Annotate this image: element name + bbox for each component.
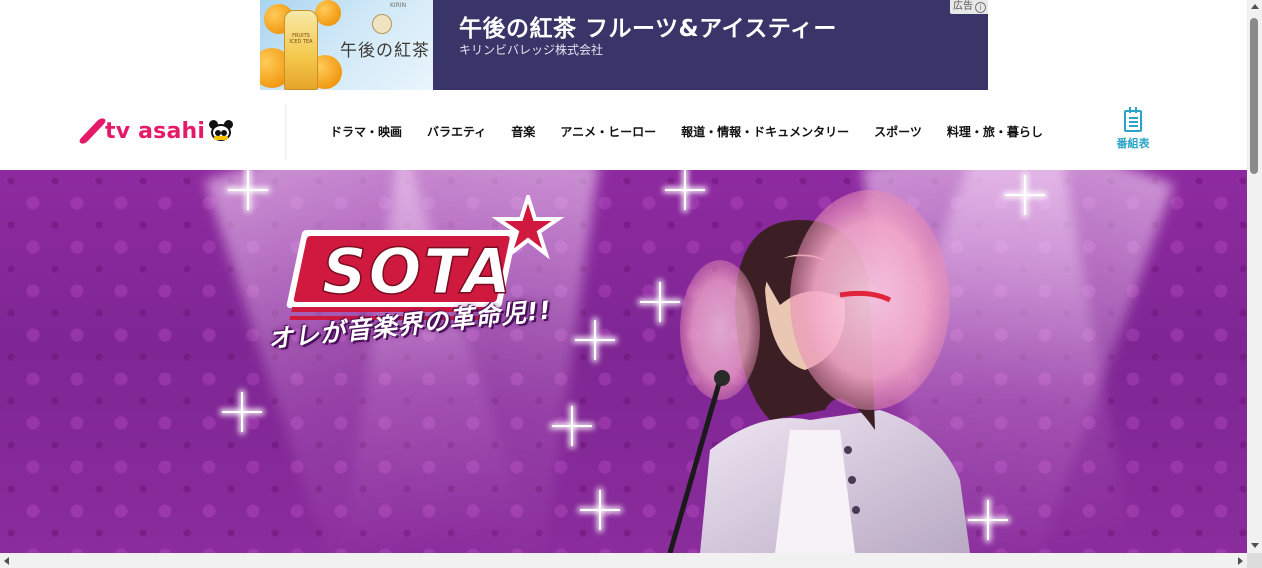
logo-slash-mark [77, 117, 108, 145]
sparkle-icon [580, 490, 620, 530]
ad-sponsor[interactable]: キリンビバレッジ株式会社 [459, 41, 603, 58]
orange-fruit [315, 0, 341, 26]
panda-mouth [214, 136, 229, 140]
nav-item-cooking-travel[interactable]: 料理・旅・暮らし [947, 123, 1043, 140]
schedule-icon [1124, 107, 1142, 132]
horizontal-scrollbar[interactable] [0, 553, 1247, 568]
sparkle-icon [552, 406, 592, 446]
jacket-button [848, 476, 856, 484]
logo-text: tv asahi [105, 118, 206, 144]
microphone [714, 370, 730, 386]
scroll-up-arrow-icon[interactable] [1251, 4, 1259, 9]
nav-item-variety[interactable]: バラエティ [427, 123, 486, 140]
nav-item-news-documentary[interactable]: 報道・情報・ドキュメンタリー [681, 123, 849, 140]
sparkle-icon [1005, 175, 1045, 215]
panda-icon [209, 120, 234, 142]
nav-item-anime-hero[interactable]: アニメ・ヒーロー [560, 123, 656, 140]
ad-badge[interactable]: 広告 i [950, 0, 988, 14]
info-icon[interactable]: i [975, 1, 986, 13]
nav-item-sports[interactable]: スポーツ [874, 123, 922, 140]
scroll-right-arrow-icon[interactable] [1238, 557, 1243, 565]
site-header: tv asahi ドラマ・映画 バラエティ 音楽 アニメ・ヒーロー 報道・情報・… [0, 100, 1247, 170]
ad-product-image[interactable]: FRUITS ICED TEA KIRIN 午後の紅茶 [260, 0, 433, 90]
bottle-label: FRUITS ICED TEA [289, 33, 313, 45]
scroll-left-arrow-icon[interactable] [4, 557, 9, 565]
jacket-button [852, 506, 860, 514]
sparkle-icon [222, 392, 262, 432]
panda-face [211, 124, 232, 141]
performer-photo [667, 190, 970, 553]
genre-nav: ドラマ・映画 バラエティ 音楽 アニメ・ヒーロー 報道・情報・ドキュメンタリー … [330, 121, 1043, 141]
ad-image-copy: 午後の紅茶 [340, 41, 430, 61]
sparkle-icon [228, 170, 268, 210]
jacket-button [844, 446, 852, 454]
sparkle-icon [575, 320, 615, 360]
ad-badge-label: 広告 [953, 1, 973, 12]
scroll-down-arrow-icon[interactable] [1251, 543, 1259, 548]
ad-banner[interactable]: FRUITS ICED TEA KIRIN 午後の紅茶 午後の紅茶 フルーツ&ア… [260, 0, 988, 90]
schedule-button[interactable]: 番組表 [1110, 107, 1156, 154]
ad-title[interactable]: 午後の紅茶 フルーツ&アイスティー [459, 9, 837, 43]
vertical-scroll-thumb[interactable] [1250, 18, 1258, 174]
ad-maker-mark: KIRIN [390, 2, 407, 9]
vertical-scrollbar[interactable] [1247, 0, 1262, 553]
feather-boa [790, 190, 950, 410]
scrollbar-corner [1247, 553, 1262, 568]
site-logo[interactable]: tv asahi [77, 116, 234, 146]
viewport: FRUITS ICED TEA KIRIN 午後の紅茶 午後の紅茶 フルーツ&ア… [0, 0, 1247, 553]
schedule-label: 番組表 [1116, 137, 1150, 150]
hero-banner[interactable]: SOTA オレが音楽界の革命児!! [0, 170, 1247, 553]
nav-item-drama-movie[interactable]: ドラマ・映画 [330, 123, 402, 140]
header-divider [285, 104, 287, 160]
brand-crest-icon [372, 14, 392, 34]
nav-item-music[interactable]: 音楽 [511, 123, 535, 140]
tea-bottle: FRUITS ICED TEA [284, 10, 318, 90]
